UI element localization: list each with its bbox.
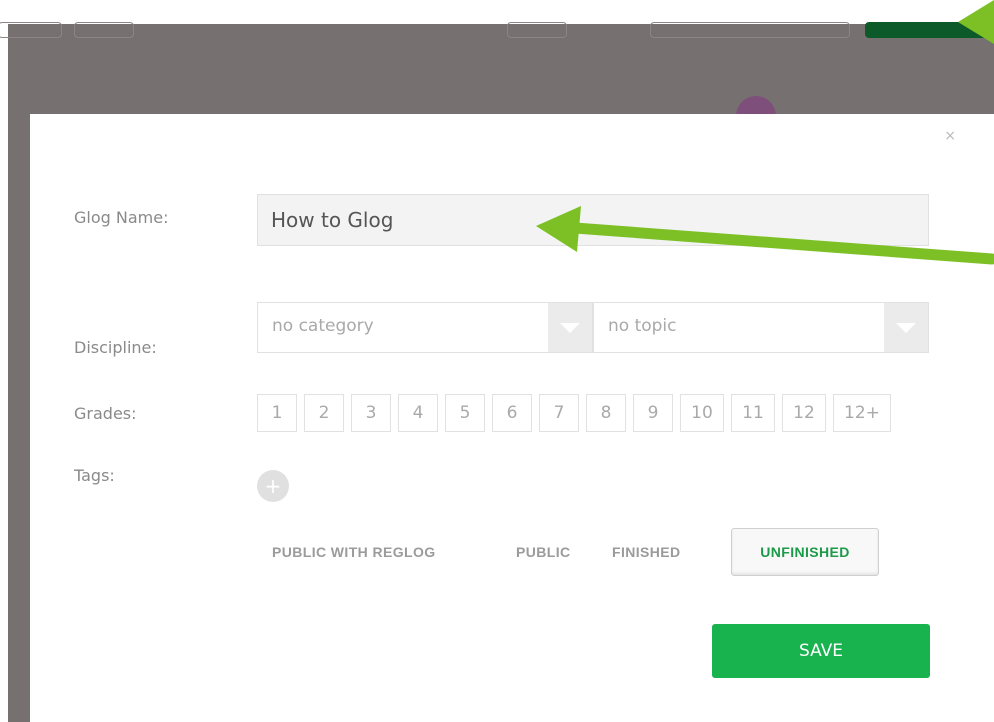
visibility-public[interactable]: PUBLIC [516,544,571,560]
grade-option[interactable]: 12+ [833,394,891,432]
background-toolbar-button [0,22,62,38]
glog-name-input[interactable] [257,194,929,246]
grade-option[interactable]: 10 [680,394,724,432]
grade-option[interactable]: 1 [257,394,297,432]
grade-option[interactable]: 4 [398,394,438,432]
grade-option[interactable]: 2 [304,394,344,432]
grades-selector: 1 2 3 4 5 6 7 8 9 10 11 12 12+ [257,394,891,432]
chevron-down-icon[interactable] [884,303,928,352]
grade-option[interactable]: 9 [633,394,673,432]
background-toolbar-field [650,22,850,38]
plus-icon[interactable]: + [257,470,289,502]
status-unfinished[interactable]: UNFINISHED [731,528,879,576]
visibility-public-with-reglog[interactable]: PUBLIC WITH REGLOG [272,544,436,560]
chevron-down-icon[interactable] [548,303,592,352]
tags-label: Tags: [74,466,115,485]
topic-select[interactable]: no topic [593,302,929,353]
topic-value: no topic [608,316,677,336]
close-icon[interactable]: × [944,128,956,144]
background-toolbar-button [507,22,567,38]
grade-option[interactable]: 6 [492,394,532,432]
save-button[interactable]: SAVE [712,624,930,678]
category-select[interactable]: no category [257,302,593,353]
discipline-label: Discipline: [74,338,157,357]
background-publish-button [865,22,987,38]
glog-settings-dialog: × Glog Name: Discipline: no category no … [30,114,994,722]
grade-option[interactable]: 8 [586,394,626,432]
status-finished[interactable]: FINISHED [612,544,681,560]
glog-name-label: Glog Name: [74,208,169,227]
background-toolbar-button [74,22,134,38]
grade-option[interactable]: 7 [539,394,579,432]
grade-option[interactable]: 3 [351,394,391,432]
grade-option[interactable]: 11 [731,394,775,432]
grade-option[interactable]: 12 [782,394,826,432]
grade-option[interactable]: 5 [445,394,485,432]
category-value: no category [272,316,374,336]
grades-label: Grades: [74,404,137,423]
